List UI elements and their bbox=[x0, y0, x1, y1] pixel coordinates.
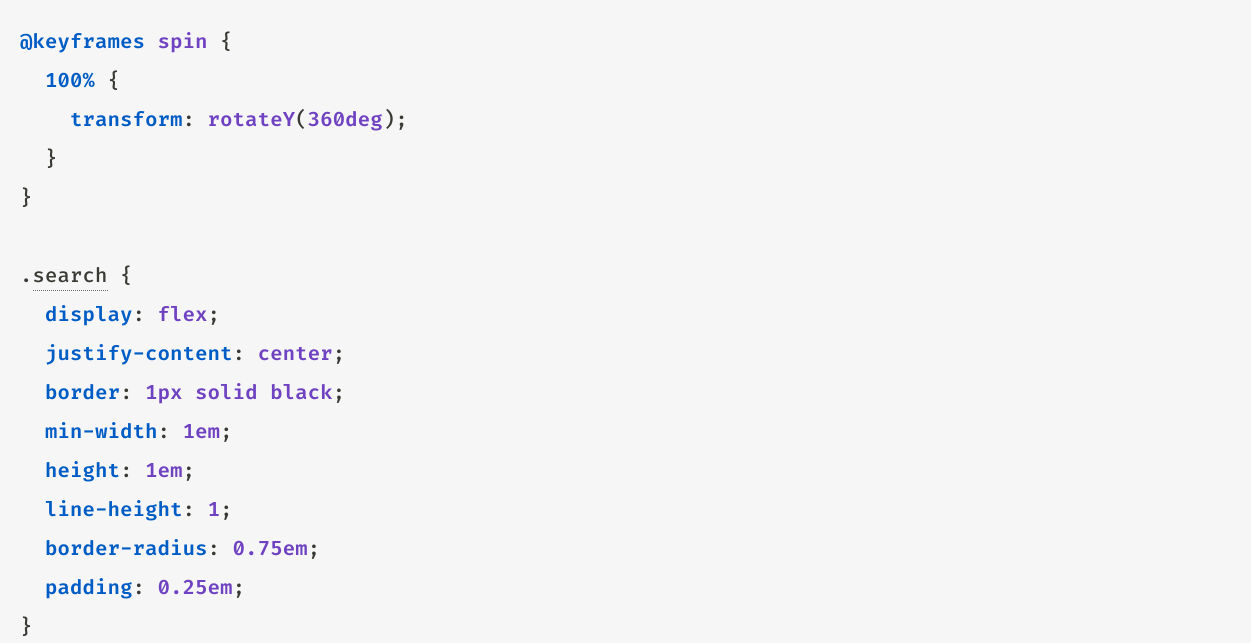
code-line: border: 1px solid black; bbox=[20, 382, 345, 406]
css-property: display bbox=[45, 304, 133, 328]
colon: : bbox=[233, 343, 258, 367]
brace-close: } bbox=[20, 616, 33, 640]
paren-open: ( bbox=[295, 109, 308, 133]
at-rule-at: @ bbox=[20, 31, 33, 55]
css-property: min-width bbox=[45, 421, 158, 445]
keyframe-selector: 100% bbox=[45, 70, 95, 94]
brace-open: { bbox=[95, 70, 120, 94]
css-property: padding bbox=[45, 577, 133, 601]
at-rule-keyword: keyframes bbox=[33, 31, 146, 55]
css-property: border-radius bbox=[45, 538, 208, 562]
semicolon: ; bbox=[333, 343, 346, 367]
brace-open: { bbox=[208, 31, 233, 55]
colon: : bbox=[208, 538, 233, 562]
paren-close: ) bbox=[383, 109, 396, 133]
css-property: height bbox=[45, 460, 120, 484]
code-line: .search { bbox=[20, 265, 133, 291]
code-line: @keyframes spin { bbox=[20, 31, 233, 55]
colon: : bbox=[133, 577, 158, 601]
code-block[interactable]: @keyframes spin { 100% { transform: rota… bbox=[0, 0, 1251, 643]
colon: : bbox=[183, 499, 208, 523]
selector-class: search bbox=[33, 265, 108, 291]
semicolon: ; bbox=[220, 421, 233, 445]
selector-dot: . bbox=[20, 265, 33, 289]
css-value: flex bbox=[158, 304, 208, 328]
code-line: 100% { bbox=[20, 70, 120, 94]
code-line: padding: 0.25em; bbox=[20, 577, 245, 601]
brace-close: } bbox=[45, 148, 58, 172]
code-line: line-height: 1; bbox=[20, 499, 233, 523]
css-value: 1em bbox=[145, 460, 183, 484]
css-value: 1em bbox=[183, 421, 221, 445]
css-value: 360deg bbox=[308, 109, 383, 133]
css-function: rotateY bbox=[208, 109, 296, 133]
css-value: 1px solid black bbox=[145, 382, 333, 406]
css-value: 0.75em bbox=[233, 538, 308, 562]
colon: : bbox=[133, 304, 158, 328]
colon: : bbox=[120, 382, 145, 406]
code-line: } bbox=[20, 187, 33, 211]
code-line: transform: rotateY(360deg); bbox=[20, 109, 408, 133]
code-line-blank bbox=[20, 226, 33, 250]
code-line: border-radius: 0.75em; bbox=[20, 538, 320, 562]
brace-close: } bbox=[20, 187, 33, 211]
css-value: 1 bbox=[208, 499, 221, 523]
keyframes-name: spin bbox=[158, 31, 208, 55]
code-line: min-width: 1em; bbox=[20, 421, 233, 445]
code-line: } bbox=[20, 148, 58, 172]
semicolon: ; bbox=[308, 538, 321, 562]
code-line: } bbox=[20, 616, 33, 640]
semicolon: ; bbox=[333, 382, 346, 406]
css-value: center bbox=[258, 343, 333, 367]
code-line: justify-content: center; bbox=[20, 343, 345, 367]
css-property: border bbox=[45, 382, 120, 406]
colon: : bbox=[183, 109, 208, 133]
semicolon: ; bbox=[233, 577, 246, 601]
semicolon: ; bbox=[183, 460, 196, 484]
css-property: justify-content bbox=[45, 343, 233, 367]
css-property: line-height bbox=[45, 499, 183, 523]
brace-open: { bbox=[108, 265, 133, 289]
code-line: height: 1em; bbox=[20, 460, 195, 484]
semicolon: ; bbox=[208, 304, 221, 328]
colon: : bbox=[158, 421, 183, 445]
colon: : bbox=[120, 460, 145, 484]
semicolon: ; bbox=[220, 499, 233, 523]
css-value: 0.25em bbox=[158, 577, 233, 601]
code-line: display: flex; bbox=[20, 304, 220, 328]
css-property: transform bbox=[70, 109, 183, 133]
semicolon: ; bbox=[395, 109, 408, 133]
